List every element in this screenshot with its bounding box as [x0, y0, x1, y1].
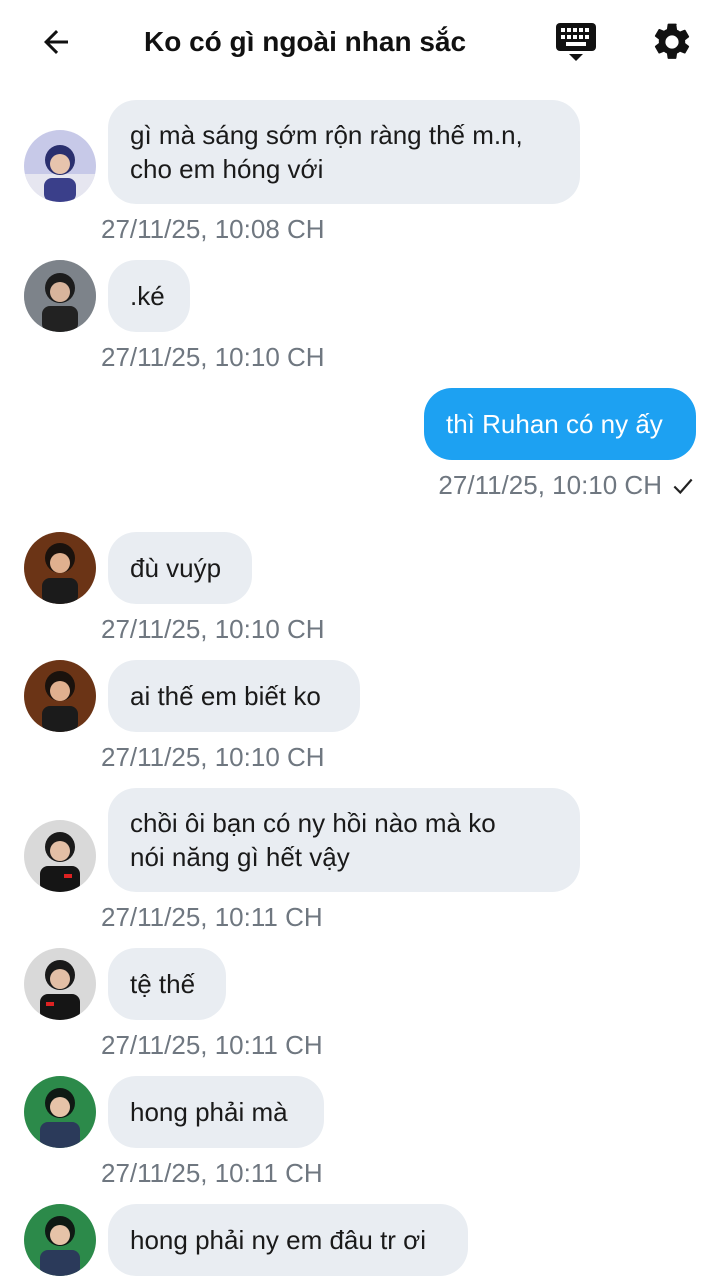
message-timestamp: 27/11/25, 10:11 CH	[101, 1158, 323, 1188]
message-timestamp: 27/11/25, 10:11 CH	[101, 902, 323, 932]
message-timestamp: 27/11/25, 10:10 CH	[101, 342, 325, 372]
message-bubble[interactable]: tệ thế	[108, 948, 226, 1020]
checkmark-icon	[673, 478, 693, 495]
message-bubble[interactable]: hong phải ny em đâu tr ơi	[108, 1204, 468, 1276]
message-bubble[interactable]: hong phải mà	[108, 1076, 324, 1148]
message-text: thì Ruhan có ny ấy	[446, 409, 663, 439]
avatar[interactable]	[24, 260, 96, 332]
message-timestamp: 27/11/25, 10:11 CH	[101, 1030, 323, 1060]
message-bubble[interactable]: gì mà sáng sớm rộn ràng thế m.n, cho em …	[108, 100, 580, 204]
message-timestamp: 27/11/25, 10:08 CH	[101, 214, 325, 244]
message-text: tệ thế	[130, 969, 196, 999]
message-text: nói năng gì hết vậy	[130, 842, 350, 872]
avatar[interactable]	[24, 532, 96, 604]
avatar[interactable]	[24, 1204, 96, 1276]
gear-icon	[654, 23, 690, 59]
message-bubble[interactable]: ai thế em biết ko	[108, 660, 360, 732]
message-timestamp: 27/11/25, 10:10 CH	[438, 470, 662, 500]
message-text: hong phải ny em đâu tr ơi	[130, 1225, 427, 1255]
avatar[interactable]	[24, 948, 96, 1020]
message-timestamp: 27/11/25, 10:10 CH	[101, 614, 325, 644]
message-text: chồi ôi bạn có ny hồi nào mà ko	[130, 808, 496, 838]
message-text: hong phải mà	[130, 1097, 288, 1127]
avatar[interactable]	[24, 660, 96, 732]
avatar[interactable]	[24, 820, 96, 892]
avatar[interactable]	[24, 130, 96, 202]
message-text: .ké	[130, 281, 165, 311]
message-text: gì mà sáng sớm rộn ràng thế m.n,	[130, 120, 523, 150]
message-bubble[interactable]: chồi ôi bạn có ny hồi nào mà ko nói năng…	[108, 788, 580, 892]
message-text: cho em hóng với	[130, 154, 324, 184]
chat-title: Ko có gì ngoài nhan sắc	[144, 26, 467, 57]
message-text: đù vuýp	[130, 553, 222, 583]
chat-header: Ko có gì ngoài nhan sắc	[0, 0, 720, 84]
message-text: ai thế em biết ko	[130, 681, 321, 711]
avatar[interactable]	[24, 1076, 96, 1148]
message-timestamp: 27/11/25, 10:10 CH	[101, 742, 325, 772]
arrow-left-icon	[44, 30, 68, 54]
back-button[interactable]	[34, 22, 78, 62]
message-bubble[interactable]: đù vuýp	[108, 532, 252, 604]
keyboard-button[interactable]	[552, 20, 600, 64]
keyboard-icon	[556, 23, 596, 61]
settings-button[interactable]	[650, 20, 694, 64]
message-bubble[interactable]: thì Ruhan có ny ấy	[424, 388, 696, 460]
message-bubble[interactable]: .ké	[108, 260, 190, 332]
